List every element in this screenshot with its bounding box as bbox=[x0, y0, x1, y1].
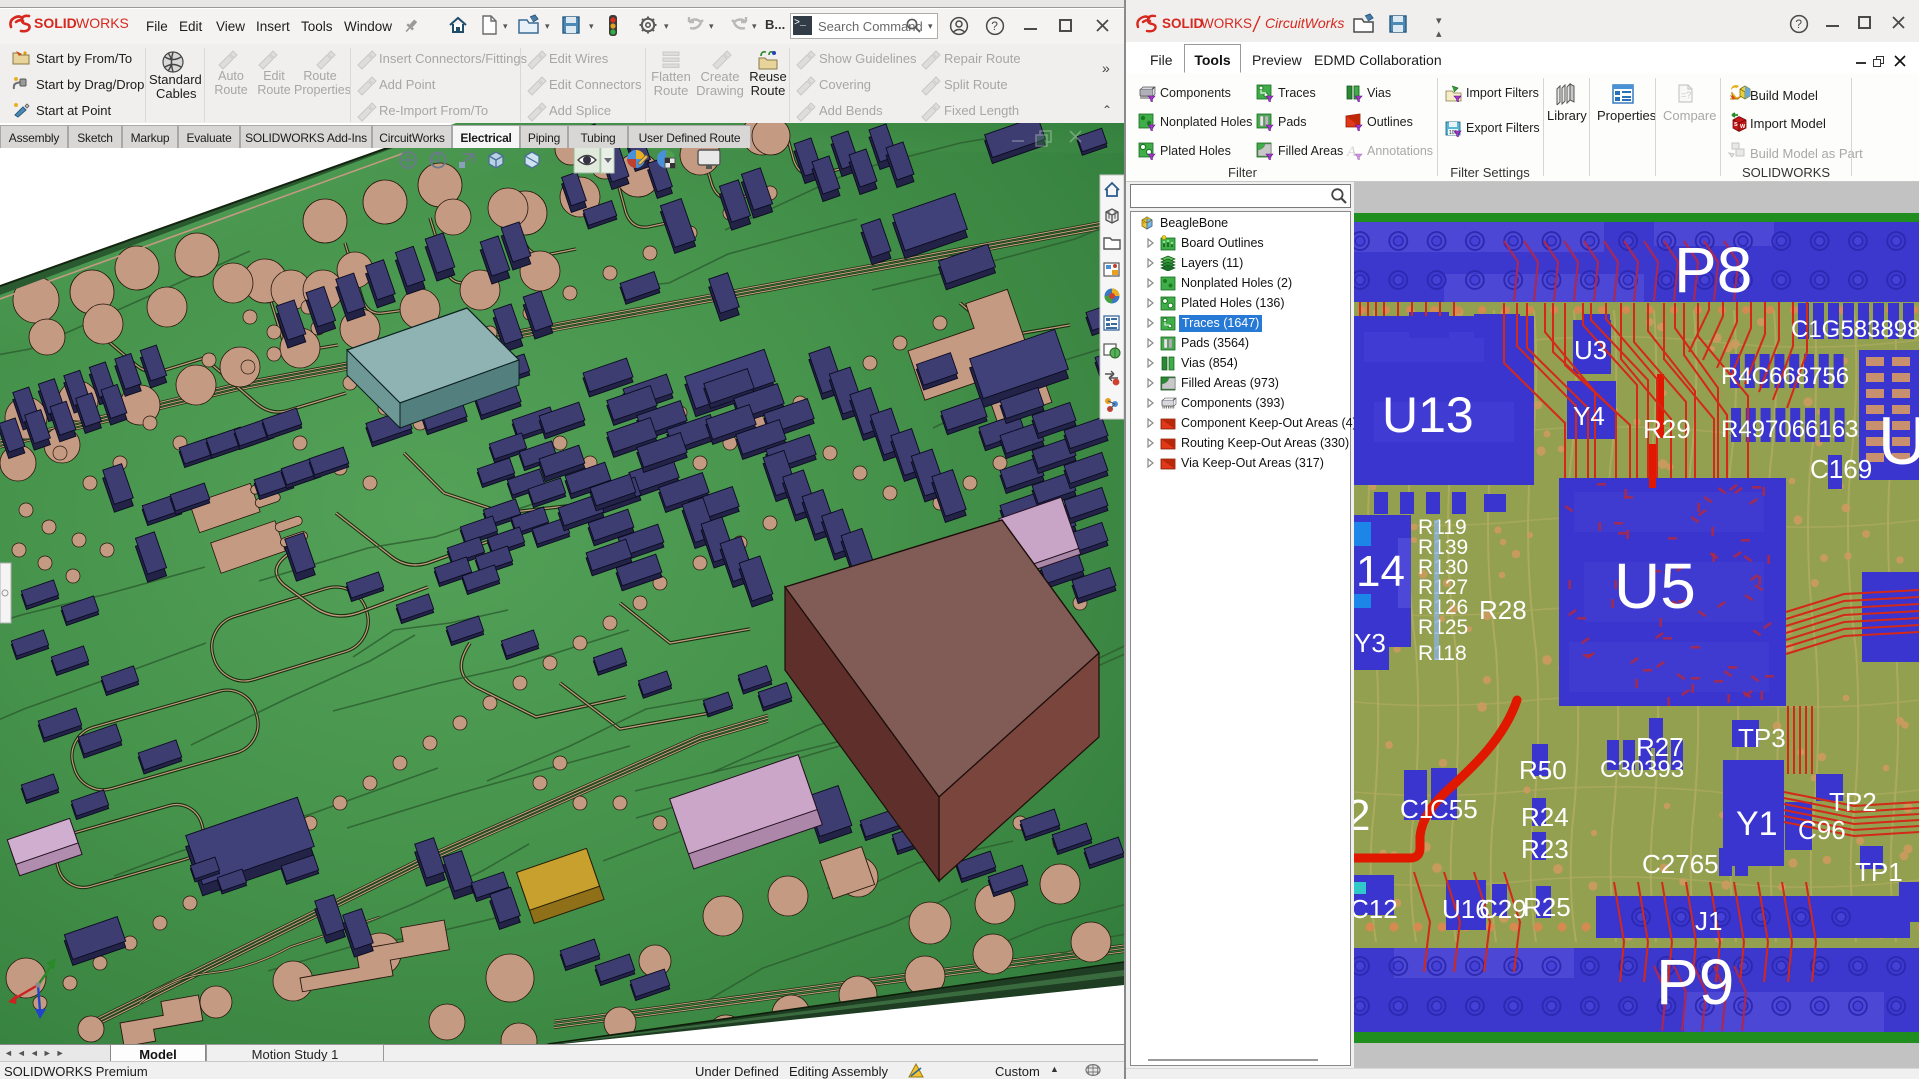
svg-text:U: U bbox=[1878, 403, 1919, 479]
svg-text:R4C668756: R4C668756 bbox=[1721, 363, 1849, 390]
svg-text:WORKS: WORKS bbox=[76, 15, 128, 31]
svg-text:C169: C169 bbox=[1810, 454, 1872, 484]
svg-text:U5: U5 bbox=[1614, 550, 1696, 622]
svg-text:C1G5838982: C1G5838982 bbox=[1791, 316, 1919, 343]
svg-text:2: 2 bbox=[1354, 791, 1370, 840]
svg-text:R25: R25 bbox=[1523, 892, 1571, 922]
svg-text:S: S bbox=[1734, 122, 1738, 128]
svg-text:Y1: Y1 bbox=[1736, 805, 1778, 843]
svg-text:J1: J1 bbox=[1695, 906, 1722, 936]
svg-text:C1: C1 bbox=[1400, 794, 1433, 824]
svg-text:C30393: C30393 bbox=[1600, 756, 1684, 783]
svg-text:A: A bbox=[1346, 144, 1357, 160]
svg-text:W: W bbox=[1740, 124, 1746, 130]
svg-text:R24: R24 bbox=[1521, 802, 1569, 832]
svg-text:TP3: TP3 bbox=[1738, 723, 1786, 753]
svg-text:C29: C29 bbox=[1479, 894, 1527, 924]
svg-text:R23: R23 bbox=[1521, 834, 1569, 864]
svg-text:P9: P9 bbox=[1656, 946, 1734, 1018]
svg-text:R29: R29 bbox=[1643, 414, 1691, 444]
svg-text:=?: =? bbox=[1681, 90, 1691, 100]
svg-text:C96: C96 bbox=[1798, 815, 1846, 845]
svg-text:R28: R28 bbox=[1479, 595, 1527, 625]
svg-text:C2765: C2765 bbox=[1642, 849, 1719, 879]
svg-text:U3: U3 bbox=[1574, 335, 1607, 365]
svg-text:SOLID: SOLID bbox=[34, 15, 77, 31]
svg-text:?: ? bbox=[991, 19, 998, 33]
svg-text:SOLID: SOLID bbox=[1162, 16, 1204, 31]
svg-text:Y3: Y3 bbox=[1354, 628, 1386, 658]
svg-text:C55: C55 bbox=[1430, 794, 1478, 824]
svg-text:?: ? bbox=[1795, 17, 1802, 31]
svg-text:C12: C12 bbox=[1354, 894, 1398, 924]
svg-text:R125: R125 bbox=[1418, 616, 1468, 639]
svg-text:CircuitWorks: CircuitWorks bbox=[1265, 15, 1344, 31]
svg-text:P8: P8 bbox=[1674, 234, 1752, 306]
svg-text:U13: U13 bbox=[1382, 387, 1474, 443]
svg-text:Y4: Y4 bbox=[1573, 401, 1605, 431]
svg-text:TP2: TP2 bbox=[1829, 787, 1877, 817]
svg-text:WORKS: WORKS bbox=[1201, 16, 1252, 31]
svg-text:R50: R50 bbox=[1519, 755, 1567, 785]
svg-text:14: 14 bbox=[1356, 547, 1405, 596]
svg-text:R118: R118 bbox=[1418, 642, 1467, 665]
svg-text:TP1: TP1 bbox=[1855, 857, 1903, 887]
svg-text:R497066163: R497066163 bbox=[1721, 416, 1858, 443]
